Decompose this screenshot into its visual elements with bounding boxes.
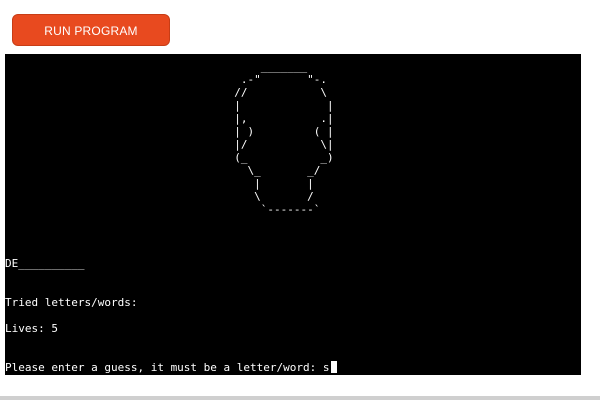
terminal-console[interactable]: _______ .-" "-. // \ | | |, .| | ) ( | |… [5, 54, 581, 375]
lives-counter: Lives: 5 [5, 322, 58, 335]
run-program-button[interactable]: RUN PROGRAM [12, 14, 170, 46]
word-progress: DE__________ [5, 257, 85, 270]
tried-letters-label: Tried letters/words: [5, 296, 138, 309]
guess-prompt-line[interactable]: Please enter a guess, it must be a lette… [5, 361, 337, 374]
page: RUN PROGRAM _______ .-" "-. // \ | | |, … [0, 0, 600, 400]
text-cursor [330, 361, 337, 373]
hangman-ascii-art: _______ .-" "-. // \ | | |, .| | ) ( | |… [234, 60, 334, 216]
guess-input-value[interactable]: s [323, 361, 330, 374]
bottom-divider [0, 396, 600, 400]
guess-prompt-text: Please enter a guess, it must be a lette… [5, 361, 323, 374]
